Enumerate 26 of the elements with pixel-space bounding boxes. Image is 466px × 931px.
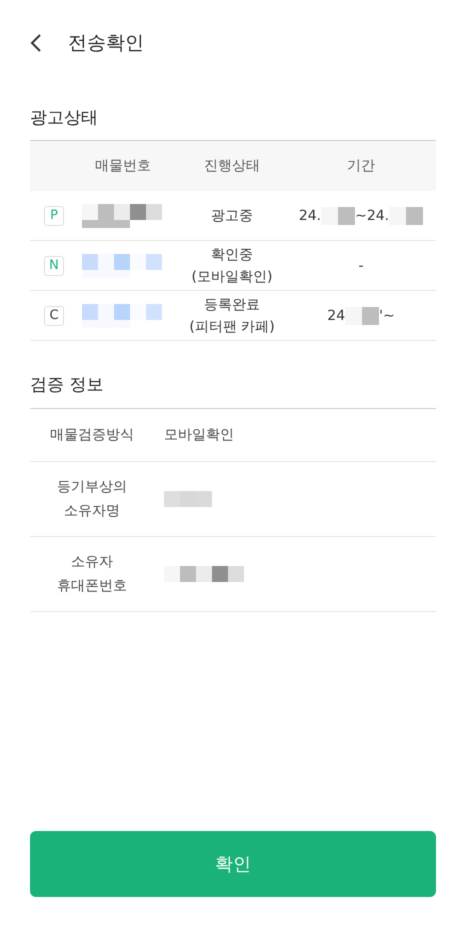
table-cell: '~ <box>379 308 395 324</box>
redaction-mosaic <box>164 491 212 507</box>
table-cell: ~24. <box>355 208 390 224</box>
table-cell: 24 <box>327 308 346 324</box>
redaction-mosaic <box>345 306 380 324</box>
field-label: 매물검증방식 <box>49 426 135 445</box>
type-badge: C <box>44 306 64 326</box>
table-cell-text: 광고중 <box>210 206 254 226</box>
confirm-button[interactable]: 확인 <box>30 831 436 897</box>
section-title: 검증 정보 <box>30 373 436 409</box>
table-cell: - <box>358 258 364 274</box>
column-header: 매물번호 <box>94 157 152 175</box>
table-cell: 24. <box>298 208 322 224</box>
field-value: 모바일확인 <box>164 426 234 444</box>
back-icon[interactable] <box>30 33 42 53</box>
page-title: 전송확인 <box>68 31 144 56</box>
redaction-mosaic <box>389 206 424 224</box>
field-label: 등기부상의 소유자명 <box>56 478 128 521</box>
table-cell-text: 등록완료 (피터팬 카페) <box>188 296 276 336</box>
type-badge: P <box>44 206 64 226</box>
table-cell-text: 확인중 (모바일확인) <box>190 246 274 286</box>
column-header: 기간 <box>346 157 376 175</box>
field-label: 소유자 휴대폰번호 <box>56 553 128 596</box>
type-badge: N <box>44 256 64 276</box>
column-header: 진행상태 <box>203 157 261 175</box>
redaction-mosaic <box>321 206 356 224</box>
